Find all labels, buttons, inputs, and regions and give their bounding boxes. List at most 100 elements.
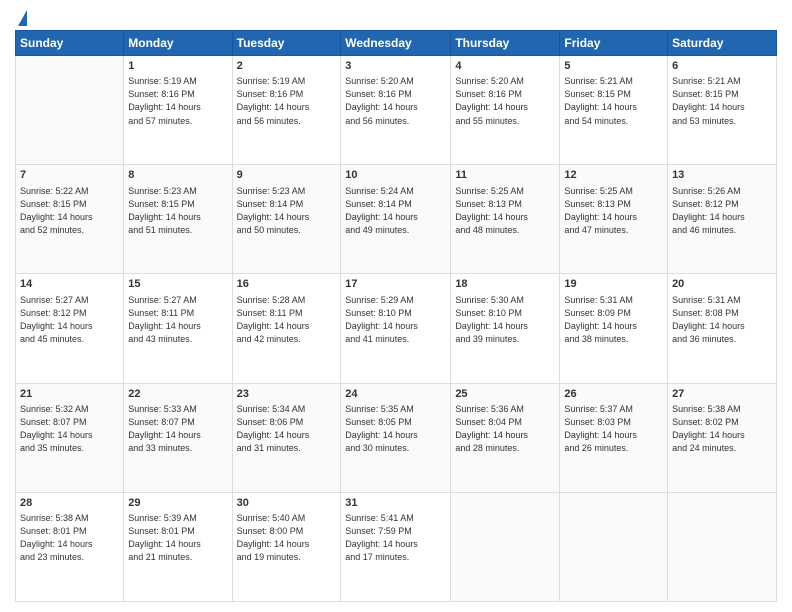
calendar-cell: 12 Sunrise: 5:25 AM Sunset: 8:13 PM Dayli…: [560, 165, 668, 274]
day-number: 17: [345, 277, 446, 292]
day-number: 2: [237, 59, 337, 74]
calendar-day-header: Saturday: [668, 31, 777, 56]
day-info: Sunrise: 5:41 AM Sunset: 7:59 PM Dayligh…: [345, 512, 446, 564]
day-number: 16: [237, 277, 337, 292]
calendar-cell: 20 Sunrise: 5:31 AM Sunset: 8:08 PM Dayli…: [668, 274, 777, 383]
calendar-cell: 24Sunrise: 5:35 AM Sunset: 8:05 PM Dayli…: [341, 383, 451, 492]
calendar-day-header: Sunday: [16, 31, 124, 56]
calendar-cell: 1Sunrise: 5:19 AM Sunset: 8:16 PM Daylig…: [124, 56, 232, 165]
day-number: 14: [20, 277, 119, 292]
day-number: 31: [345, 496, 446, 511]
day-number: 27: [672, 387, 772, 402]
day-info: Sunrise: 5:40 AM Sunset: 8:00 PM Dayligh…: [237, 512, 337, 564]
day-number: 26: [564, 387, 663, 402]
day-number: 7: [20, 168, 119, 183]
calendar-day-header: Wednesday: [341, 31, 451, 56]
calendar-cell: 15Sunrise: 5:27 AM Sunset: 8:11 PM Dayli…: [124, 274, 232, 383]
day-number: 12: [564, 168, 663, 183]
day-info: Sunrise: 5:29 AM Sunset: 8:10 PM Dayligh…: [345, 294, 446, 346]
day-info: Sunrise: 5:25 AM Sunset: 8:13 PM Dayligh…: [455, 185, 555, 237]
day-info: Sunrise: 5:28 AM Sunset: 8:11 PM Dayligh…: [237, 294, 337, 346]
day-info: Sunrise: 5:39 AM Sunset: 8:01 PM Dayligh…: [128, 512, 227, 564]
calendar-week-row: 21Sunrise: 5:32 AM Sunset: 8:07 PM Dayli…: [16, 383, 777, 492]
calendar-cell: 10 Sunrise: 5:24 AM Sunset: 8:14 PM Dayli…: [341, 165, 451, 274]
calendar-cell: 26Sunrise: 5:37 AM Sunset: 8:03 PM Dayli…: [560, 383, 668, 492]
day-info: Sunrise: 5:23 AM Sunset: 8:14 PM Dayligh…: [237, 185, 337, 237]
day-number: 15: [128, 277, 227, 292]
calendar-cell: 2Sunrise: 5:19 AM Sunset: 8:16 PM Daylig…: [232, 56, 341, 165]
calendar-cell: 31Sunrise: 5:41 AM Sunset: 7:59 PM Dayli…: [341, 492, 451, 601]
day-number: 18: [455, 277, 555, 292]
calendar-cell: 18Sunrise: 5:30 AM Sunset: 8:10 PM Dayli…: [451, 274, 560, 383]
calendar-week-row: 28Sunrise: 5:38 AM Sunset: 8:01 PM Dayli…: [16, 492, 777, 601]
day-number: 23: [237, 387, 337, 402]
calendar-cell: 27Sunrise: 5:38 AM Sunset: 8:02 PM Dayli…: [668, 383, 777, 492]
calendar-cell: [451, 492, 560, 601]
calendar-week-row: 14Sunrise: 5:27 AM Sunset: 8:12 PM Dayli…: [16, 274, 777, 383]
day-info: Sunrise: 5:34 AM Sunset: 8:06 PM Dayligh…: [237, 403, 337, 455]
day-number: 19: [564, 277, 663, 292]
day-info: Sunrise: 5:19 AM Sunset: 8:16 PM Dayligh…: [237, 75, 337, 127]
day-number: 1: [128, 59, 227, 74]
calendar-cell: [16, 56, 124, 165]
calendar-cell: [560, 492, 668, 601]
day-info: Sunrise: 5:38 AM Sunset: 8:02 PM Dayligh…: [672, 403, 772, 455]
day-info: Sunrise: 5:31 AM Sunset: 8:08 PM Dayligh…: [672, 294, 772, 346]
calendar-cell: 28Sunrise: 5:38 AM Sunset: 8:01 PM Dayli…: [16, 492, 124, 601]
calendar-cell: 22Sunrise: 5:33 AM Sunset: 8:07 PM Dayli…: [124, 383, 232, 492]
day-info: Sunrise: 5:32 AM Sunset: 8:07 PM Dayligh…: [20, 403, 119, 455]
calendar-cell: 25Sunrise: 5:36 AM Sunset: 8:04 PM Dayli…: [451, 383, 560, 492]
day-info: Sunrise: 5:37 AM Sunset: 8:03 PM Dayligh…: [564, 403, 663, 455]
day-number: 25: [455, 387, 555, 402]
calendar-cell: [668, 492, 777, 601]
header: [15, 10, 777, 22]
logo-triangle-icon: [18, 10, 27, 26]
calendar-cell: 11 Sunrise: 5:25 AM Sunset: 8:13 PM Dayli…: [451, 165, 560, 274]
calendar-cell: 13 Sunrise: 5:26 AM Sunset: 8:12 PM Dayli…: [668, 165, 777, 274]
calendar-cell: 3Sunrise: 5:20 AM Sunset: 8:16 PM Daylig…: [341, 56, 451, 165]
calendar-header-row: SundayMondayTuesdayWednesdayThursdayFrid…: [16, 31, 777, 56]
day-number: 29: [128, 496, 227, 511]
day-number: 10: [345, 168, 446, 183]
day-info: Sunrise: 5:36 AM Sunset: 8:04 PM Dayligh…: [455, 403, 555, 455]
day-number: 21: [20, 387, 119, 402]
calendar-week-row: 1Sunrise: 5:19 AM Sunset: 8:16 PM Daylig…: [16, 56, 777, 165]
calendar-cell: 23Sunrise: 5:34 AM Sunset: 8:06 PM Dayli…: [232, 383, 341, 492]
day-info: Sunrise: 5:19 AM Sunset: 8:16 PM Dayligh…: [128, 75, 227, 127]
calendar-cell: 21Sunrise: 5:32 AM Sunset: 8:07 PM Dayli…: [16, 383, 124, 492]
day-number: 5: [564, 59, 663, 74]
day-number: 30: [237, 496, 337, 511]
calendar-day-header: Thursday: [451, 31, 560, 56]
day-number: 22: [128, 387, 227, 402]
day-number: 6: [672, 59, 772, 74]
calendar-day-header: Friday: [560, 31, 668, 56]
calendar-table: SundayMondayTuesdayWednesdayThursdayFrid…: [15, 30, 777, 602]
day-info: Sunrise: 5:33 AM Sunset: 8:07 PM Dayligh…: [128, 403, 227, 455]
day-info: Sunrise: 5:20 AM Sunset: 8:16 PM Dayligh…: [455, 75, 555, 127]
calendar-day-header: Monday: [124, 31, 232, 56]
page: SundayMondayTuesdayWednesdayThursdayFrid…: [0, 0, 792, 612]
day-info: Sunrise: 5:23 AM Sunset: 8:15 PM Dayligh…: [128, 185, 227, 237]
day-number: 4: [455, 59, 555, 74]
day-info: Sunrise: 5:21 AM Sunset: 8:15 PM Dayligh…: [564, 75, 663, 127]
calendar-cell: 17 Sunrise: 5:29 AM Sunset: 8:10 PM Dayli…: [341, 274, 451, 383]
day-info: Sunrise: 5:26 AM Sunset: 8:12 PM Dayligh…: [672, 185, 772, 237]
day-number: 9: [237, 168, 337, 183]
calendar-cell: 4Sunrise: 5:20 AM Sunset: 8:16 PM Daylig…: [451, 56, 560, 165]
day-info: Sunrise: 5:25 AM Sunset: 8:13 PM Dayligh…: [564, 185, 663, 237]
day-info: Sunrise: 5:31 AM Sunset: 8:09 PM Dayligh…: [564, 294, 663, 346]
calendar-cell: 16 Sunrise: 5:28 AM Sunset: 8:11 PM Dayli…: [232, 274, 341, 383]
day-number: 13: [672, 168, 772, 183]
day-number: 11: [455, 168, 555, 183]
day-number: 20: [672, 277, 772, 292]
calendar-cell: 9 Sunrise: 5:23 AM Sunset: 8:14 PM Daylig…: [232, 165, 341, 274]
calendar-cell: 8 Sunrise: 5:23 AM Sunset: 8:15 PM Daylig…: [124, 165, 232, 274]
calendar-day-header: Tuesday: [232, 31, 341, 56]
calendar-cell: 6Sunrise: 5:21 AM Sunset: 8:15 PM Daylig…: [668, 56, 777, 165]
day-info: Sunrise: 5:24 AM Sunset: 8:14 PM Dayligh…: [345, 185, 446, 237]
calendar-cell: 29Sunrise: 5:39 AM Sunset: 8:01 PM Dayli…: [124, 492, 232, 601]
day-number: 8: [128, 168, 227, 183]
day-number: 24: [345, 387, 446, 402]
calendar-cell: 30Sunrise: 5:40 AM Sunset: 8:00 PM Dayli…: [232, 492, 341, 601]
day-number: 3: [345, 59, 446, 74]
